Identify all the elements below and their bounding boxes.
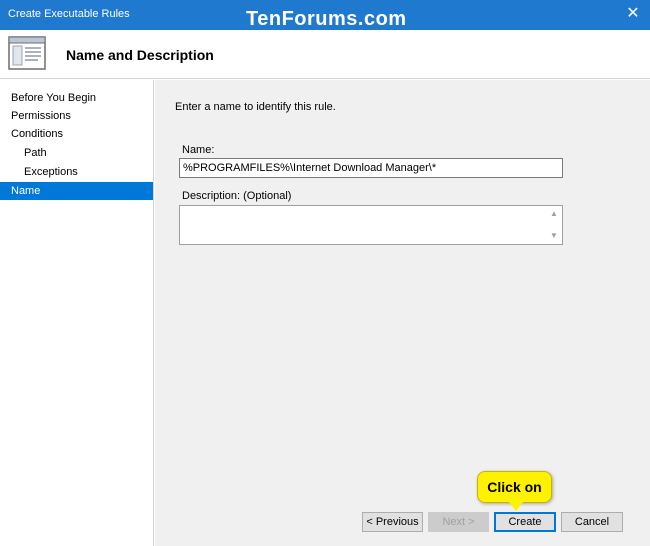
click-on-callout: Click on bbox=[477, 471, 552, 511]
previous-button[interactable]: < Previous bbox=[362, 512, 423, 532]
callout-pointer bbox=[509, 502, 523, 511]
sidebar-item-before-you-begin[interactable]: Before You Begin bbox=[0, 89, 153, 107]
next-button[interactable]: Next > bbox=[428, 512, 489, 532]
window-title: Create Executable Rules bbox=[8, 8, 130, 20]
watermark: TenForums.com bbox=[246, 8, 407, 30]
create-button[interactable]: Create bbox=[494, 512, 556, 532]
page-title: Name and Description bbox=[66, 47, 214, 63]
cancel-button[interactable]: Cancel bbox=[561, 512, 623, 532]
wizard-page-icon bbox=[8, 36, 46, 70]
description-scrollbar[interactable]: ▲ ▼ bbox=[546, 206, 562, 244]
sidebar-item-exceptions[interactable]: Exceptions bbox=[0, 163, 153, 181]
wizard-steps-sidebar: Before You Begin Permissions Conditions … bbox=[0, 80, 154, 546]
wizard-header: Name and Description bbox=[0, 30, 650, 79]
description-field[interactable]: ▲ ▼ bbox=[179, 205, 563, 245]
chevron-up-icon[interactable]: ▲ bbox=[549, 209, 559, 219]
instruction-text: Enter a name to identify this rule. bbox=[175, 101, 336, 113]
sidebar-item-name[interactable]: Name bbox=[0, 182, 153, 200]
callout-text: Click on bbox=[487, 479, 542, 495]
sidebar-item-permissions[interactable]: Permissions bbox=[0, 107, 153, 125]
sidebar-item-conditions[interactable]: Conditions bbox=[0, 125, 153, 143]
name-field[interactable] bbox=[179, 158, 563, 178]
description-label: Description: (Optional) bbox=[182, 190, 292, 202]
description-textarea[interactable] bbox=[180, 206, 546, 244]
close-icon[interactable]: ✕ bbox=[622, 2, 644, 26]
sidebar-item-path[interactable]: Path bbox=[0, 144, 153, 162]
wizard-content: Enter a name to identify this rule. Name… bbox=[155, 80, 650, 546]
name-label: Name: bbox=[182, 144, 215, 156]
title-bar: Create Executable Rules TenForums.com ✕ bbox=[0, 0, 650, 30]
chevron-down-icon[interactable]: ▼ bbox=[549, 231, 559, 241]
